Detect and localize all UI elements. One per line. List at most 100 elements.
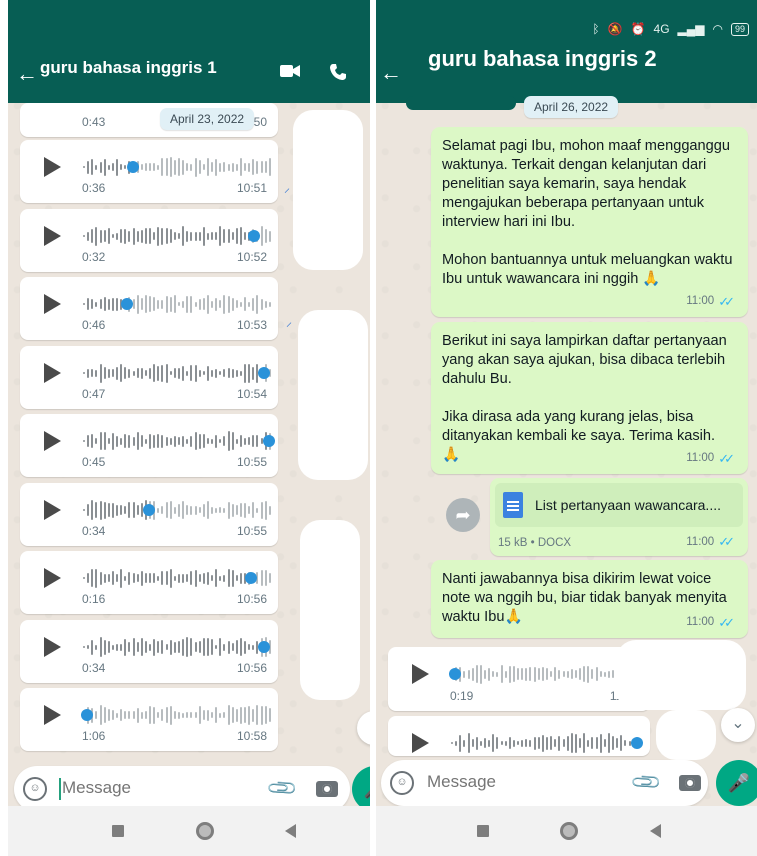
scroll-down-button[interactable]: ⌄ [721, 708, 755, 742]
waveform-bar [223, 229, 225, 243]
waveform[interactable] [83, 292, 273, 316]
emoji-icon[interactable]: ☺ [23, 777, 47, 801]
playback-position-dot[interactable] [631, 737, 643, 749]
waveform-bar [120, 229, 122, 243]
waveform[interactable] [449, 662, 641, 686]
attach-icon[interactable]: 📎 [629, 765, 664, 800]
playback-position-dot[interactable] [245, 572, 257, 584]
waveform-bar [244, 363, 246, 383]
waveform-bar [116, 158, 118, 176]
waveform-bar [223, 643, 225, 651]
mic-button[interactable]: 🎤 [716, 760, 757, 806]
play-icon[interactable] [412, 664, 429, 684]
playback-position-dot[interactable] [127, 161, 139, 173]
waveform-bar [141, 570, 143, 586]
playback-position-dot[interactable] [248, 230, 260, 242]
playback-position-dot[interactable] [258, 367, 270, 379]
message-input[interactable] [62, 778, 232, 798]
play-icon[interactable] [412, 733, 429, 753]
playback-position-dot[interactable] [143, 504, 155, 516]
waveform-bar [157, 641, 159, 653]
voice-message: 0:36 10:51 [20, 140, 278, 203]
waveform-bar [182, 435, 184, 447]
waveform[interactable] [83, 429, 275, 453]
document-message[interactable]: List pertanyaan wawancara.... 15 kB • DOC… [490, 478, 748, 556]
play-icon[interactable] [44, 637, 61, 657]
waveform[interactable] [83, 635, 273, 659]
play-icon[interactable] [44, 363, 61, 383]
contact-name[interactable]: guru bahasa inggris 2 [428, 46, 657, 72]
camera-icon[interactable] [316, 781, 338, 797]
waveform[interactable] [451, 731, 643, 755]
message-meta: 11:00 ✓✓ [686, 292, 735, 311]
playback-position-dot[interactable] [258, 641, 270, 653]
play-icon[interactable] [44, 705, 61, 725]
playback-position-dot[interactable] [121, 298, 133, 310]
waveform-bar [137, 505, 139, 515]
attach-icon[interactable]: 📎 [265, 771, 300, 806]
waveform-bar [248, 363, 250, 383]
contact-name[interactable]: guru bahasa inggris 1 [40, 58, 217, 78]
recent-apps-icon[interactable] [477, 825, 489, 837]
play-icon[interactable] [44, 431, 61, 451]
back-arrow-icon[interactable]: ← [16, 63, 38, 85]
waveform-bar [608, 670, 610, 678]
recent-apps-icon[interactable] [112, 825, 124, 837]
voice-call-icon[interactable] [329, 63, 347, 86]
waveform-bar [252, 435, 254, 447]
waveform-bar [236, 575, 238, 581]
message-meta: 11:00 ✓✓ [686, 449, 735, 468]
signal-icon: ▂▄▆ [677, 22, 705, 36]
waveform[interactable] [83, 498, 273, 522]
waveform-bar [232, 162, 234, 172]
play-icon[interactable] [44, 294, 61, 314]
nav-back-icon[interactable] [285, 824, 296, 838]
home-icon[interactable] [560, 822, 578, 840]
waveform-bar [534, 736, 536, 750]
home-icon[interactable] [196, 822, 214, 840]
playback-position-dot[interactable] [81, 709, 93, 721]
waveform-bar [252, 366, 254, 380]
waveform-bar [219, 638, 221, 656]
nav-back-icon[interactable] [650, 824, 661, 838]
text-message: Nanti jawabannya bisa dikirim lewat voic… [431, 560, 748, 638]
waveform-bar [95, 568, 97, 588]
waveform-bar [529, 739, 531, 747]
emoji-icon[interactable]: ☺ [390, 771, 414, 795]
waveform[interactable] [83, 224, 273, 248]
waveform-bar [228, 368, 230, 378]
waveform[interactable] [83, 566, 273, 590]
alarm-icon: ⏰ [630, 22, 646, 36]
camera-icon[interactable] [679, 775, 701, 791]
forward-icon[interactable]: ➦ [446, 498, 480, 532]
play-icon[interactable] [44, 568, 61, 588]
waveform-bar [137, 574, 139, 582]
waveform-bar [517, 741, 519, 745]
document-preview[interactable]: List pertanyaan wawancara.... [495, 483, 743, 527]
waveform[interactable] [83, 361, 273, 385]
redaction-mark [293, 110, 363, 270]
waveform-bar [157, 164, 159, 170]
waveform-bar [170, 437, 172, 445]
waveform-bar [100, 705, 102, 725]
playback-position-dot[interactable] [449, 668, 461, 680]
waveform-bar [195, 712, 197, 718]
play-icon[interactable] [44, 500, 61, 520]
waveform-bar [161, 158, 163, 176]
waveform-bar [480, 740, 482, 746]
waveform-bar [252, 708, 254, 722]
play-icon[interactable] [44, 157, 61, 177]
waveform-bar [223, 574, 225, 582]
waveform[interactable] [83, 155, 273, 179]
waveform-bar [91, 299, 93, 309]
message-input[interactable] [427, 772, 597, 792]
video-call-icon[interactable] [280, 64, 300, 83]
play-icon[interactable] [44, 226, 61, 246]
waveform[interactable] [81, 703, 273, 727]
waveform-bar [141, 711, 143, 719]
waveform-bar [100, 229, 102, 243]
waveform-bar [174, 506, 176, 514]
waveform-bar [583, 733, 585, 753]
playback-position-dot[interactable] [263, 435, 275, 447]
back-arrow-icon[interactable]: ← [380, 62, 402, 84]
